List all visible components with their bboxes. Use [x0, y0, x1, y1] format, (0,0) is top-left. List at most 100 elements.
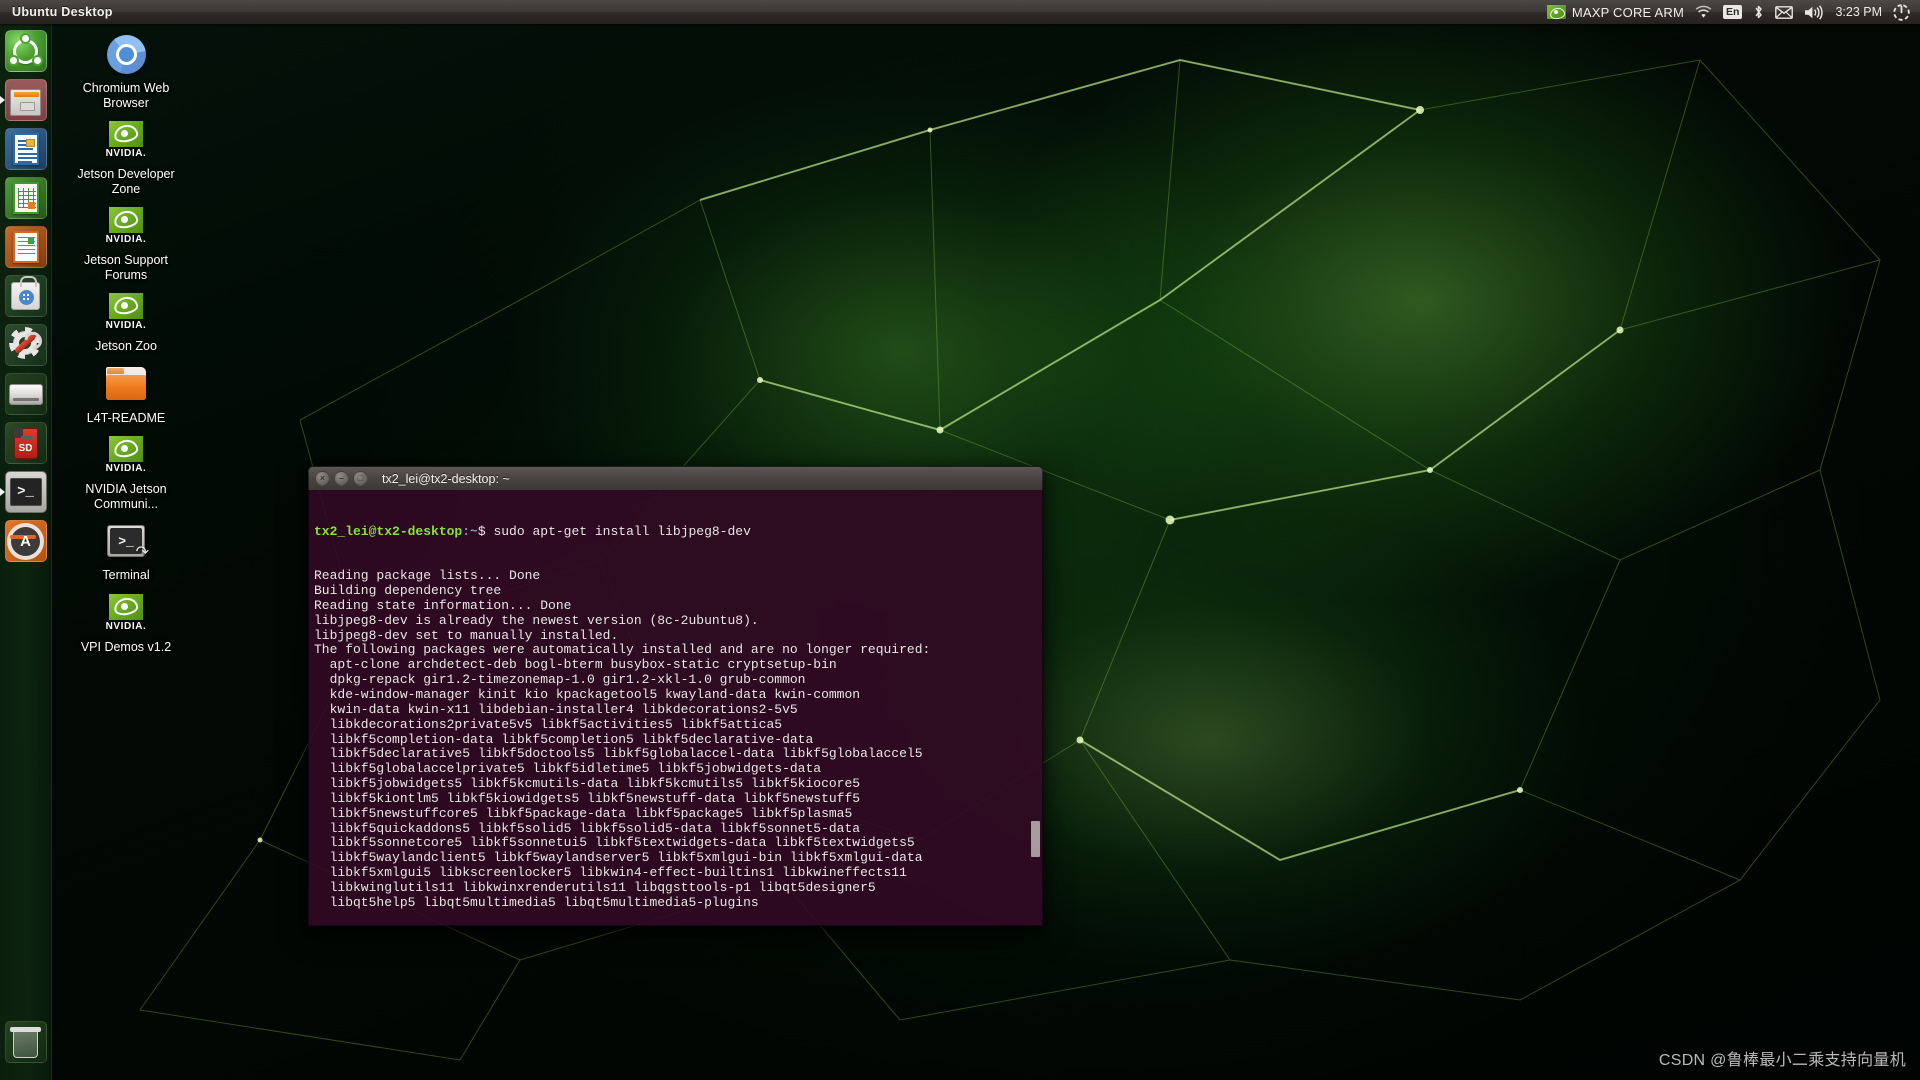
- keyboard-layout-label: En: [1723, 5, 1743, 19]
- terminal-line: apt-clone archdetect-deb bogl-bterm busy…: [314, 657, 837, 673]
- nvidia-logo-icon: NVIDIA.: [106, 202, 147, 250]
- wifi-icon[interactable]: [1695, 0, 1712, 24]
- desktop-icon-terminal[interactable]: >_ ↷ Terminal: [70, 517, 182, 583]
- terminal-line: kde-window-manager kinit kio kpackagetoo…: [314, 686, 861, 702]
- panel-indicator-area: MAXP CORE ARM En 3:23 PM: [1546, 0, 1920, 24]
- launcher-item-system-settings[interactable]: [4, 324, 47, 366]
- sd-card-icon: SD: [4, 422, 47, 464]
- terminal-window[interactable]: × – □ tx2_lei@tx2-desktop: ~ tx2_lei@tx2…: [308, 466, 1043, 926]
- launcher-item-disk-drive[interactable]: [4, 373, 47, 415]
- unity-launcher: SD >_ A: [0, 24, 52, 1080]
- maximize-button[interactable]: □: [353, 471, 368, 486]
- terminal-line: Reading state information... Done: [314, 597, 572, 613]
- terminal-line: The following packages were automaticall…: [314, 642, 931, 658]
- desktop-icon-vpi-demos[interactable]: NVIDIA. VPI Demos v1.2: [70, 589, 182, 655]
- terminal-titlebar[interactable]: × – □ tx2_lei@tx2-desktop: ~: [308, 466, 1043, 490]
- desktop-icon-label: NVIDIA Jetson Communi...: [85, 482, 167, 511]
- nvidia-logo-icon: NVIDIA.: [106, 431, 147, 479]
- terminal-line: libkf5kiontlm5 libkf5kiowidgets5 libkf5n…: [314, 790, 861, 806]
- speaker-volume-icon[interactable]: [1804, 0, 1824, 24]
- desktop-icon-jetson-zoo[interactable]: NVIDIA. Jetson Zoo: [70, 288, 182, 354]
- nvidia-wordmark: NVIDIA.: [105, 148, 147, 159]
- terminal-line: libkf5sonnetcore5 libkf5sonnetui5 libkf5…: [314, 835, 915, 851]
- desktop-icon-l4t-readme[interactable]: L4T-README: [70, 360, 182, 426]
- desktop-icon-label: Jetson Support Forums: [83, 253, 169, 282]
- launcher-item-sd-card[interactable]: SD: [4, 422, 47, 464]
- launcher-item-files[interactable]: [4, 79, 47, 121]
- terminal-line: libkf5globalaccelprivate5 libkf5idletime…: [314, 761, 822, 777]
- terminal-line: libkf5quickaddons5 libkf5solid5 libkf5so…: [314, 820, 861, 836]
- terminal-line: Reading package lists... Done: [314, 568, 541, 584]
- terminal-prompt-path: :~: [462, 523, 478, 539]
- desktop-icon-chromium[interactable]: Chromium Web Browser: [70, 30, 182, 110]
- envelope-icon[interactable]: [1775, 0, 1794, 24]
- launcher-bottom-section: [4, 1021, 47, 1080]
- close-button[interactable]: ×: [315, 471, 330, 486]
- terminal-shortcut-icon: >_ ↷: [107, 517, 149, 565]
- document-icon: [4, 128, 47, 170]
- nvidia-wordmark: NVIDIA.: [105, 620, 147, 632]
- presentation-icon: [4, 226, 47, 268]
- desktop-icon-label: VPI Demos v1.2: [80, 639, 172, 654]
- ubuntu-logo-icon: [4, 30, 47, 72]
- power-gear-icon[interactable]: [1893, 0, 1910, 24]
- desktop-icon-label: Terminal: [102, 568, 150, 582]
- nvidia-logo-icon: NVIDIA.: [106, 116, 147, 164]
- nvidia-indicator[interactable]: MAXP CORE ARM: [1546, 0, 1684, 24]
- panel-title: Ubuntu Desktop: [12, 5, 113, 19]
- bluetooth-icon[interactable]: [1753, 0, 1764, 24]
- terminal-line: Building dependency tree: [314, 583, 502, 599]
- nvidia-logo-icon: NVIDIA.: [106, 288, 147, 336]
- nvidia-wordmark: NVIDIA.: [105, 320, 147, 331]
- top-panel: Ubuntu Desktop MAXP CORE ARM En 3:23 PM: [0, 0, 1920, 24]
- terminal-line: libkf5completion-data libkf5completion5 …: [314, 731, 814, 747]
- software-bag-icon: [4, 275, 47, 317]
- spreadsheet-icon: [4, 177, 47, 219]
- folder-icon: [106, 360, 146, 408]
- desktop-icon-label: Jetson Zoo: [95, 339, 157, 353]
- trash-can-icon: [4, 1021, 47, 1063]
- chromium-icon: [106, 30, 146, 78]
- desktop-icon-label: L4T-README: [86, 410, 166, 425]
- desktop-icon-label: Jetson Developer Zone: [77, 167, 175, 196]
- minimize-button[interactable]: –: [334, 471, 349, 486]
- launcher-item-dash-home[interactable]: [4, 30, 47, 72]
- desktop-icon-label: Chromium Web Browser: [82, 81, 170, 110]
- keyboard-layout-indicator[interactable]: En: [1723, 0, 1743, 24]
- terminal-line: libkf5xmlgui5 libkscreenlocker5 libkwin4…: [314, 865, 907, 881]
- nvidia-wordmark: NVIDIA.: [105, 463, 147, 474]
- terminal-prompt-symbol: $: [477, 523, 486, 539]
- launcher-item-libreoffice-calc[interactable]: [4, 177, 47, 219]
- terminal-icon: >_: [4, 471, 47, 513]
- terminal-line: kwin-data kwin-x11 libdebian-installer4 …: [314, 701, 798, 717]
- terminal-line: libkf5waylandclient5 libkf5waylandserver…: [314, 850, 923, 866]
- terminal-prompt-line: tx2_lei@tx2-desktop:~$ sudo apt-get inst…: [314, 523, 1042, 540]
- terminal-line: libkwinglutils11 libkwinxrenderutils11 l…: [314, 879, 876, 895]
- clock[interactable]: 3:23 PM: [1835, 0, 1882, 24]
- terminal-line: libjpeg8-dev is already the newest versi…: [314, 612, 759, 628]
- desktop-icon-grid: Chromium Web Browser NVIDIA. Jetson Deve…: [52, 24, 212, 658]
- terminal-line: dpkg-repack gir1.2-timezonemap-1.0 gir1.…: [314, 672, 806, 688]
- launcher-item-libreoffice-impress[interactable]: [4, 226, 47, 268]
- terminal-output-lines: Reading package lists... Done Building de…: [314, 568, 1042, 910]
- launcher-item-libreoffice-writer[interactable]: [4, 128, 47, 170]
- terminal-scrollbar-thumb[interactable]: [1031, 821, 1040, 857]
- gear-wrench-icon: [4, 324, 47, 366]
- hard-drive-icon: [4, 373, 47, 415]
- terminal-prompt-user: tx2_lei@tx2-desktop: [314, 523, 463, 539]
- desktop-icon-nvidia-jetson-community[interactable]: NVIDIA. NVIDIA Jetson Communi...: [70, 431, 182, 511]
- launcher-item-trash[interactable]: [4, 1021, 47, 1063]
- terminal-output-area[interactable]: tx2_lei@tx2-desktop:~$ sudo apt-get inst…: [308, 490, 1043, 926]
- launcher-item-software-updater[interactable]: A: [4, 520, 47, 562]
- terminal-line: libkf5jobwidgets5 libkf5kcmutils-data li…: [314, 776, 861, 792]
- desktop-icon-jetson-support-forums[interactable]: NVIDIA. Jetson Support Forums: [70, 202, 182, 282]
- update-refresh-icon: A: [4, 520, 47, 562]
- desktop-icon-jetson-developer-zone[interactable]: NVIDIA. Jetson Developer Zone: [70, 116, 182, 196]
- nvidia-logo-icon: [1546, 5, 1566, 19]
- terminal-line: libqt5help5 libqt5multimedia5 libqt5mult…: [314, 894, 759, 910]
- terminal-line: libkdecorations2private5v5 libkf5activit…: [314, 716, 783, 732]
- watermark-text: CSDN @鲁棒最小二乘支持向量机: [1658, 1052, 1906, 1069]
- launcher-item-ubuntu-software[interactable]: [4, 275, 47, 317]
- launcher-item-terminal[interactable]: >_: [4, 471, 47, 513]
- terminal-command: sudo apt-get install libjpeg8-dev: [485, 523, 751, 539]
